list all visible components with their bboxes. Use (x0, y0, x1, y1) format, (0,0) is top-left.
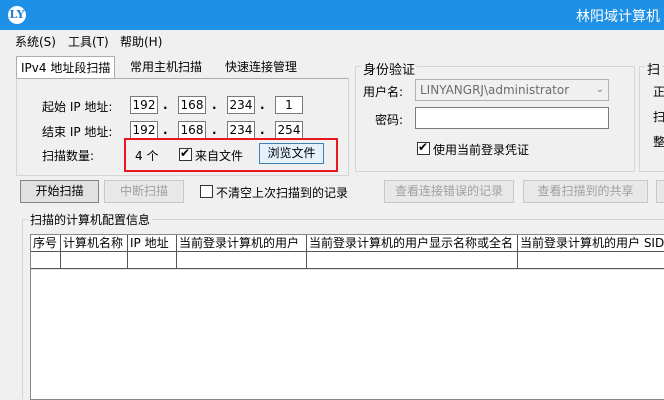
header-subcell (518, 252, 664, 269)
tab-quick-connect[interactable]: 快速连接管理 (221, 56, 301, 78)
end-ip-label: 结束 IP 地址: (42, 125, 113, 139)
results-title: 扫描的计算机配置信息 (28, 211, 153, 228)
scan-options-title: 扫 (645, 59, 663, 78)
app-logo-letters: LY (9, 8, 25, 21)
column-header-user-display-name[interactable]: 当前登录计算机的用户显示名称或全名 (307, 235, 518, 252)
end-ip-octet-1[interactable]: 192 (130, 121, 158, 139)
username-label: 用户名: (363, 85, 404, 99)
ip-dot: . (212, 98, 217, 112)
ip-dot: . (163, 123, 168, 137)
column-header-index[interactable]: 序号 (31, 235, 61, 252)
ip-dot: . (260, 123, 265, 137)
column-header-current-user[interactable]: 当前登录计算机的用户 (177, 235, 307, 252)
menu-bar: 系统(S) 工具(T) 帮助(H) (0, 30, 664, 52)
column-header-computer-name[interactable]: 计算机名称 (61, 235, 128, 252)
table-header: 序号 计算机名称 IP 地址 当前登录计算机的用户 当前登录计算机的用户显示名称… (31, 235, 664, 270)
view-errors-button[interactable]: 查看连接错误的记录 (384, 180, 514, 203)
keep-previous-results-checkbox[interactable] (200, 185, 213, 198)
cut-off-button[interactable] (656, 180, 664, 203)
ip-dot: . (212, 123, 217, 137)
stop-scan-button[interactable]: 中断扫描 (104, 180, 184, 203)
results-table[interactable]: 序号 计算机名称 IP 地址 当前登录计算机的用户 当前登录计算机的用户显示名称… (30, 234, 664, 400)
use-current-credentials-checkbox[interactable]: ✔ (417, 140, 430, 155)
end-ip-octet-4[interactable]: 254 (275, 121, 303, 139)
start-scan-button[interactable]: 开始扫描 (20, 180, 99, 203)
start-ip-label: 起始 IP 地址: (42, 100, 113, 114)
title-bar: LY 林阳域计算机 (0, 0, 664, 30)
tab-ipv4-range-scan[interactable]: IPv4 地址段扫描 (16, 56, 116, 80)
end-ip-octet-2[interactable]: 168 (178, 121, 206, 139)
window-title: 林阳域计算机 (576, 9, 660, 25)
scan-option-1: 正 (653, 85, 664, 99)
start-ip-octet-3[interactable]: 234 (227, 96, 255, 114)
use-current-credentials-label: 使用当前登录凭证 (433, 143, 530, 157)
ip-dot: . (260, 98, 265, 112)
checkmark-icon: ✔ (418, 140, 429, 154)
header-subcell (177, 252, 307, 269)
app-logo-icon[interactable]: LY (8, 6, 26, 24)
view-shares-button[interactable]: 查看扫描到的共享 (523, 180, 648, 203)
column-header-ip-address[interactable]: IP 地址 (128, 235, 177, 252)
tab-common-hosts-scan[interactable]: 常用主机扫描 (126, 56, 206, 78)
header-subcell (128, 252, 177, 269)
column-header-user-sid[interactable]: 当前登录计算机的用户 SID (518, 235, 664, 252)
keep-previous-results-label: 不清空上次扫描到的记录 (216, 186, 349, 200)
username-combobox[interactable]: LINYANGRJ\administrator ⌄ (415, 79, 609, 101)
start-ip-octet-4[interactable]: 1 (275, 96, 303, 114)
password-field[interactable] (415, 107, 609, 129)
ip-dot: . (163, 98, 168, 112)
header-subcell (307, 252, 518, 269)
scan-count-label: 扫描数量: (42, 149, 95, 163)
start-ip-octet-2[interactable]: 168 (178, 96, 206, 114)
end-ip-octet-3[interactable]: 234 (227, 121, 255, 139)
username-value: LINYANGRJ\administrator (420, 83, 570, 97)
menu-system[interactable]: 系统(S) (15, 33, 56, 50)
header-subcell (31, 252, 61, 269)
start-ip-octet-1[interactable]: 192 (130, 96, 158, 114)
chevron-down-icon: ⌄ (595, 84, 604, 95)
menu-tools[interactable]: 工具(T) (68, 33, 109, 50)
scan-option-2: 扫 (653, 110, 664, 124)
highlight-box (124, 138, 338, 172)
header-subcell (61, 252, 128, 269)
scan-option-3: 整 (653, 135, 664, 149)
password-label: 密码: (375, 113, 404, 127)
auth-group-title: 身份验证 (361, 59, 418, 78)
menu-help[interactable]: 帮助(H) (120, 33, 162, 50)
